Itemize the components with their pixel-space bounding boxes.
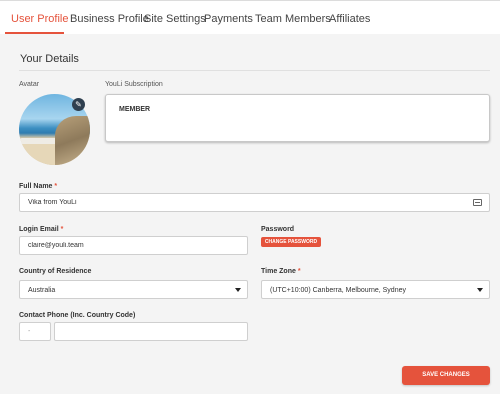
pencil-icon: ✎ [75, 100, 82, 109]
tab-business-profile[interactable]: Business Profile [70, 13, 149, 25]
required-mark: * [54, 183, 58, 190]
required-mark: * [297, 268, 301, 275]
required-mark: * [60, 226, 64, 233]
tab-payments[interactable]: Payments [204, 13, 253, 25]
subscription-label: YouLi Subscription [105, 81, 163, 88]
save-changes-button[interactable]: SAVE CHANGES [402, 366, 490, 385]
contact-phone-label: Contact Phone (Inc. Country Code) [19, 312, 136, 319]
tab-affiliates[interactable]: Affiliates [329, 13, 370, 25]
country-value: Australia [28, 287, 56, 294]
timezone-label-text: Time Zone [261, 268, 296, 275]
change-password-button[interactable]: CHANGE PASSWORD [261, 237, 321, 247]
subscription-value: MEMBER [119, 106, 151, 113]
login-email-label-text: Login Email [19, 226, 59, 233]
timezone-select[interactable]: (UTC+10:00) Canberra, Melbourne, Sydney [261, 280, 490, 299]
avatar-label: Avatar [19, 81, 40, 88]
full-name-input[interactable] [19, 193, 490, 212]
country-label: Country of Residence [19, 268, 92, 275]
tab-team-members[interactable]: Team Members [255, 13, 331, 25]
section-divider [19, 70, 490, 71]
edit-avatar-button[interactable]: ✎ [72, 98, 85, 111]
full-name-label: Full Name * [19, 183, 57, 190]
timezone-value: (UTC+10:00) Canberra, Melbourne, Sydney [270, 287, 406, 294]
id-card-icon[interactable] [473, 199, 482, 206]
section-title: Your Details [20, 53, 79, 65]
tab-site-settings[interactable]: Site Settings [144, 13, 206, 25]
phone-country-code-input[interactable] [19, 322, 51, 341]
password-label: Password [261, 226, 295, 233]
phone-number-input[interactable] [54, 322, 248, 341]
top-tab-bar: User Profile Business Profile Site Setti… [0, 0, 500, 35]
tab-user-profile[interactable]: User Profile [11, 13, 68, 25]
caret-down-icon [477, 287, 483, 292]
login-email-label: Login Email * [19, 226, 63, 233]
subscription-box: MEMBER [105, 94, 490, 142]
country-select[interactable]: Australia [19, 280, 248, 299]
full-name-label-text: Full Name [19, 183, 53, 190]
caret-down-icon [235, 287, 241, 292]
timezone-label: Time Zone * [261, 268, 301, 275]
login-email-input[interactable] [19, 236, 248, 255]
avatar-rock [55, 116, 90, 165]
